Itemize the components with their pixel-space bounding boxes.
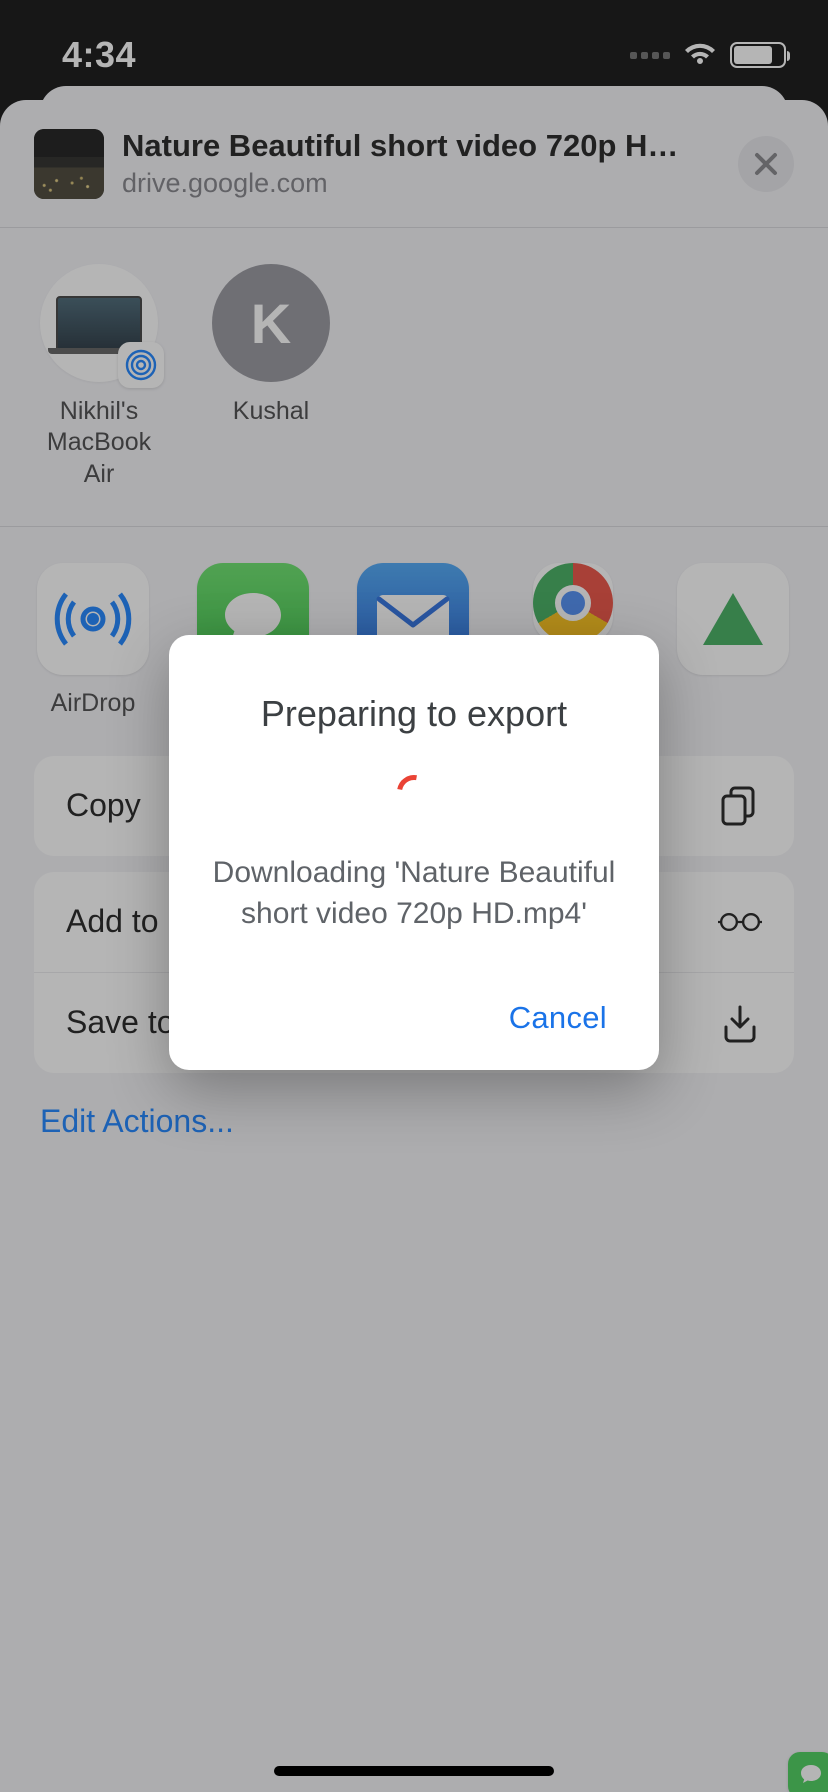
export-dialog: Preparing to export Downloading 'Nature … <box>169 635 659 1070</box>
dialog-title: Preparing to export <box>209 693 619 735</box>
dialog-message: Downloading 'Nature Beautiful short vide… <box>209 853 619 934</box>
dialog-spinner <box>209 775 619 809</box>
dialog-actions: Cancel <box>209 992 619 1044</box>
cancel-button[interactable]: Cancel <box>497 992 619 1044</box>
spinner-icon <box>390 768 437 815</box>
home-indicator[interactable] <box>274 1766 554 1776</box>
